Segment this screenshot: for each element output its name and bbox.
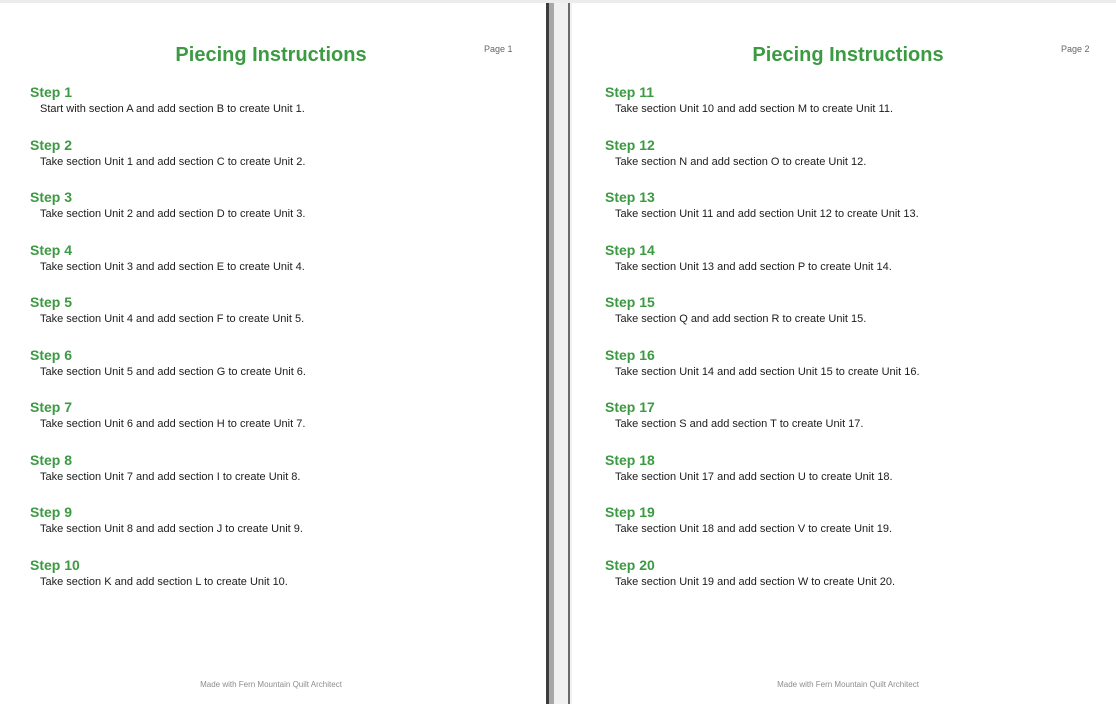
step-item: Step 8 Take section Unit 7 and add sectio… <box>30 451 306 504</box>
step-item: Step 14 Take section Unit 13 and add sect… <box>605 241 920 294</box>
step-text: Take section N and add section O to crea… <box>615 155 867 168</box>
step-heading: Step 9 <box>30 504 73 520</box>
step-text: Take section Unit 14 and add section Uni… <box>615 365 920 378</box>
step-text: Take section Unit 13 and add section P t… <box>615 260 892 273</box>
step-heading: Step 8 <box>30 451 73 468</box>
step-text: Take section Unit 5 and add section G to… <box>40 365 306 378</box>
step-heading: Step 1 <box>30 84 73 100</box>
step-text: Take section Unit 7 and add section I to… <box>40 470 301 483</box>
step-item: Step 12 Take section N and add section O … <box>605 136 920 189</box>
step-heading: Step 13 <box>605 189 655 205</box>
step-text: Take section Unit 3 and add section E to… <box>40 260 305 273</box>
step-item: Step 11 Take section Unit 10 and add sect… <box>605 83 920 136</box>
step-item: Step 4 Take section Unit 3 and add sectio… <box>30 241 306 294</box>
page-footer: Made with Fern Mountain Quilt Architect <box>200 680 342 689</box>
step-text: Take section Unit 11 and add section Uni… <box>615 208 919 220</box>
step-item: Step 10 Take section K and add section L … <box>30 556 306 609</box>
step-item: Step 15 Take section Q and add section R … <box>605 293 920 346</box>
step-item: Step 17 Take section S and add section T … <box>605 398 920 451</box>
step-text: Take section Unit 18 and add section V t… <box>615 523 892 535</box>
step-heading: Step 15 <box>605 294 655 310</box>
step-item: Step 19 Take section Unit 18 and add sect… <box>605 503 920 556</box>
step-item: Step 20 Take section Unit 19 and add sect… <box>605 556 920 609</box>
step-heading: Step 14 <box>605 241 655 258</box>
step-heading: Step 20 <box>605 556 655 573</box>
step-list: Step 11 Take section Unit 10 and add sect… <box>605 83 920 608</box>
step-item: Step 5 Take section Unit 4 and add sectio… <box>30 293 306 346</box>
step-item: Step 18 Take section Unit 17 and add sect… <box>605 451 920 504</box>
step-heading: Step 18 <box>605 451 655 468</box>
step-heading: Step 11 <box>605 84 655 100</box>
step-heading: Step 3 <box>30 189 73 205</box>
step-heading: Step 16 <box>605 346 655 363</box>
step-list: Step 1 Start with section A and add secti… <box>30 83 306 608</box>
step-heading: Step 10 <box>30 556 80 573</box>
page-number: Page 1 <box>484 44 513 54</box>
document-page-1[interactable]: Piecing Instructions Page 1 Step 1 Start … <box>0 3 546 704</box>
step-text: Take section Unit 19 and add section W t… <box>615 575 896 588</box>
step-heading: Step 5 <box>30 294 73 310</box>
page-number: Page 2 <box>1061 44 1090 54</box>
step-text: Take section S and add section T to crea… <box>615 418 864 430</box>
step-heading: Step 7 <box>30 399 73 415</box>
step-item: Step 7 Take section Unit 6 and add sectio… <box>30 398 306 451</box>
step-text: Take section Unit 2 and add section D to… <box>40 208 306 220</box>
step-item: Step 16 Take section Unit 14 and add sect… <box>605 346 920 399</box>
step-text: Take section Q and add section R to crea… <box>615 313 867 325</box>
page-footer: Made with Fern Mountain Quilt Architect <box>777 680 919 689</box>
step-heading: Step 19 <box>605 504 655 520</box>
step-item: Step 3 Take section Unit 2 and add sectio… <box>30 188 306 241</box>
document-page-2[interactable]: Piecing Instructions Page 2 Step 11 Take … <box>572 3 1116 704</box>
step-item: Step 6 Take section Unit 5 and add sectio… <box>30 346 306 399</box>
step-text: Take section Unit 4 and add section F to… <box>40 313 305 325</box>
page-separator <box>546 3 572 704</box>
step-text: Take section Unit 17 and add section U t… <box>615 470 893 483</box>
step-heading: Step 4 <box>30 241 73 258</box>
step-heading: Step 17 <box>605 399 655 415</box>
step-item: Step 13 Take section Unit 11 and add sect… <box>605 188 920 241</box>
page-title: Piecing Instructions <box>752 44 944 66</box>
step-text: Take section Unit 10 and add section M t… <box>615 103 894 115</box>
step-heading: Step 6 <box>30 346 73 363</box>
page-edge-right <box>568 3 570 704</box>
step-item: Step 1 Start with section A and add secti… <box>30 83 306 136</box>
page-shadow <box>549 3 554 704</box>
step-item: Step 2 Take section Unit 1 and add sectio… <box>30 136 306 189</box>
step-heading: Step 2 <box>30 136 73 153</box>
step-text: Start with section A and add section B t… <box>40 103 305 115</box>
step-text: Take section Unit 1 and add section C to… <box>40 155 306 168</box>
page-title: Piecing Instructions <box>175 44 367 66</box>
document-viewer[interactable]: Piecing Instructions Page 1 Step 1 Start … <box>0 0 1116 704</box>
step-heading: Step 12 <box>605 136 655 153</box>
step-text: Take section Unit 6 and add section H to… <box>40 418 306 430</box>
step-text: Take section Unit 8 and add section J to… <box>40 523 303 535</box>
step-text: Take section K and add section L to crea… <box>40 575 288 588</box>
step-item: Step 9 Take section Unit 8 and add sectio… <box>30 503 306 556</box>
